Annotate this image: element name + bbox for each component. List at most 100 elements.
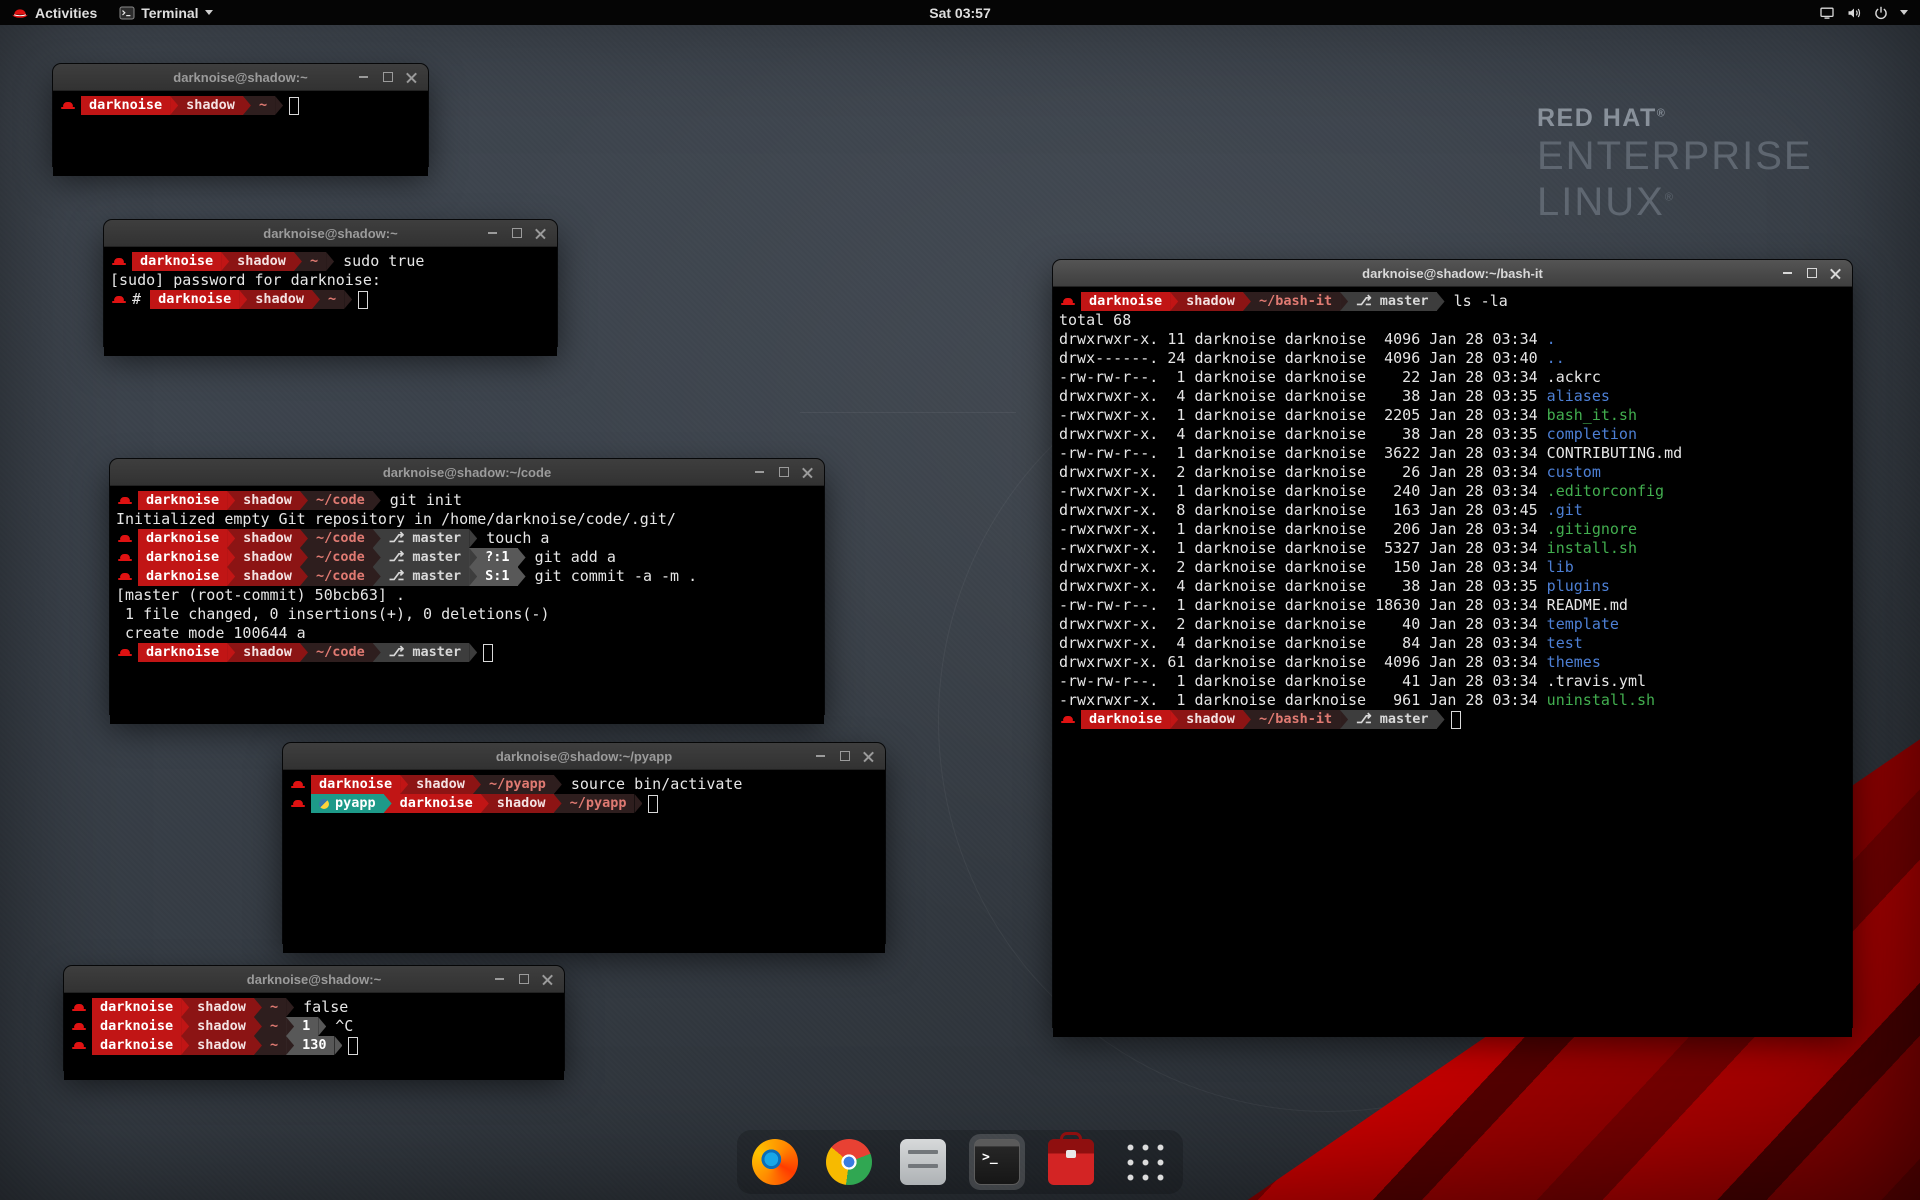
window-minimize-button[interactable] <box>482 223 503 244</box>
chevron-down-icon <box>205 10 213 15</box>
activities-button[interactable]: Activities <box>0 0 108 25</box>
prompt-segment-host: shadow <box>235 529 300 548</box>
terminal-line: create mode 100644 a <box>116 624 818 643</box>
prompt-segment-user: darknoise <box>92 1036 181 1055</box>
terminal-text: -rw-rw-r--. 1 darknoise darknoise 3622 J… <box>1059 444 1547 463</box>
clock[interactable]: Sat 03:57 <box>929 5 990 21</box>
window-titlebar[interactable]: darknoise@shadow:~ <box>53 64 428 91</box>
window-controls <box>749 459 818 485</box>
window-minimize-button[interactable] <box>1777 263 1798 284</box>
terminal-text: drwxrwxr-x. 4 darknoise darknoise 84 Jan… <box>1059 634 1547 653</box>
terminal-content[interactable]: darknoiseshadow~/pyapp source bin/activa… <box>283 770 885 953</box>
terminal-line: 1 file changed, 0 insertions(+), 0 delet… <box>116 605 818 624</box>
terminal-line: -rw-rw-r--. 1 darknoise darknoise 18630 … <box>1059 596 1846 615</box>
terminal-line: pyappdarknoiseshadow~/pyapp <box>289 794 879 813</box>
window-minimize-button[interactable] <box>489 969 510 990</box>
dock-files-icon[interactable] <box>895 1134 951 1190</box>
minimize-icon <box>495 978 504 980</box>
terminal-text: aliases <box>1547 387 1610 406</box>
powerline-arrow-icon <box>181 998 189 1017</box>
terminal-cursor <box>348 1037 358 1055</box>
prompt-segment-venv: pyapp <box>311 794 384 813</box>
window-maximize-button[interactable] <box>1801 263 1822 284</box>
terminal-line: drwxrwxr-x. 11 darknoise darknoise 4096 … <box>1059 330 1846 349</box>
redhat-prompt-icon <box>72 1020 86 1034</box>
powerline-arrow-icon <box>1340 292 1348 311</box>
activities-label: Activities <box>35 5 97 21</box>
powerline-arrow-icon <box>373 491 381 510</box>
window-maximize-button[interactable] <box>377 67 398 88</box>
maximize-icon <box>512 228 522 238</box>
system-status-area[interactable] <box>1811 0 1916 25</box>
window-maximize-button[interactable] <box>513 969 534 990</box>
window-titlebar[interactable]: darknoise@shadow:~ <box>64 966 564 993</box>
prompt-segment-host: shadow <box>235 548 300 567</box>
prompt-segment-host: shadow <box>489 794 554 813</box>
window-maximize-button[interactable] <box>834 746 855 767</box>
window-titlebar[interactable]: darknoise@shadow:~ <box>104 220 557 247</box>
terminal-content[interactable]: darknoiseshadow~/code git initInitialize… <box>110 486 824 724</box>
prompt-segment-path: ~/pyapp <box>562 794 635 813</box>
window-close-button[interactable] <box>530 223 551 244</box>
dock-app-grid-icon[interactable] <box>1117 1134 1173 1190</box>
prompt-segment-path: ~/code <box>308 548 373 567</box>
terminal-text: template <box>1547 615 1619 634</box>
window-minimize-button[interactable] <box>353 67 374 88</box>
dock: >_ <box>737 1130 1183 1194</box>
window-close-button[interactable] <box>537 969 558 990</box>
window-titlebar[interactable]: darknoise@shadow:~/bash-it <box>1053 260 1852 287</box>
dock-chrome-icon[interactable] <box>821 1134 877 1190</box>
window-controls <box>482 220 551 246</box>
close-icon <box>542 974 553 985</box>
terminal-line: darknoiseshadow~/pyapp source bin/activa… <box>289 775 879 794</box>
terminal-content[interactable]: darknoiseshadow~ sudo true[sudo] passwor… <box>104 247 557 356</box>
terminal-content[interactable]: darknoiseshadow~/bash-it⎇ master ls -lat… <box>1053 287 1852 1037</box>
prompt-segment-path: ~ <box>302 252 326 271</box>
terminal-app-icon <box>119 6 135 20</box>
minimize-icon <box>755 471 764 473</box>
terminal-content[interactable]: darknoiseshadow~ <box>53 91 428 176</box>
window-title: darknoise@shadow:~/pyapp <box>496 749 672 764</box>
dock-firefox-icon[interactable] <box>747 1134 803 1190</box>
window-titlebar[interactable]: darknoise@shadow:~/pyapp <box>283 743 885 770</box>
app-menu-terminal[interactable]: Terminal <box>108 0 223 25</box>
powerline-arrow-icon <box>312 290 320 309</box>
dock-terminal-icon[interactable]: >_ <box>969 1134 1025 1190</box>
terminal-line: -rwxrwxr-x. 1 darknoise darknoise 240 Ja… <box>1059 482 1846 501</box>
terminal-text: create mode 100644 a <box>116 624 306 643</box>
close-icon <box>535 228 546 239</box>
window-maximize-button[interactable] <box>506 223 527 244</box>
powerline-arrow-icon <box>518 567 526 586</box>
window-close-button[interactable] <box>858 746 879 767</box>
window-close-button[interactable] <box>1825 263 1846 284</box>
prompt-segment-path: ~/bash-it <box>1251 710 1340 729</box>
terminal-text: -rwxrwxr-x. 1 darknoise darknoise 2205 J… <box>1059 406 1547 425</box>
power-icon <box>1873 5 1889 21</box>
terminal-content[interactable]: darknoiseshadow~ falsedarknoiseshadow~1 … <box>64 993 564 1080</box>
terminal-text: drwxrwxr-x. 2 darknoise darknoise 26 Jan… <box>1059 463 1547 482</box>
terminal-line: drwx------. 24 darknoise darknoise 4096 … <box>1059 349 1846 368</box>
redhat-prompt-icon <box>118 551 132 565</box>
window-titlebar[interactable]: darknoise@shadow:~/code <box>110 459 824 486</box>
window-maximize-button[interactable] <box>773 462 794 483</box>
window-close-button[interactable] <box>401 67 422 88</box>
powerline-arrow-icon <box>554 775 562 794</box>
window-minimize-button[interactable] <box>810 746 831 767</box>
window-close-button[interactable] <box>797 462 818 483</box>
prompt-segment-path: ~ <box>262 1017 286 1036</box>
prompt-segment-git: ⎇ master <box>381 643 469 662</box>
prompt-segment-host: shadow <box>235 491 300 510</box>
powerline-arrow-icon <box>334 1036 342 1055</box>
powerline-arrow-icon <box>1170 292 1178 311</box>
prompt-segment-host: shadow <box>189 998 254 1017</box>
prompt-segment-host: shadow <box>189 1036 254 1055</box>
terminal-text: -rw-rw-r--. 1 darknoise darknoise 41 Jan… <box>1059 672 1547 691</box>
prompt-segment-user: darknoise <box>311 775 400 794</box>
dock-toolbox-icon[interactable] <box>1043 1134 1099 1190</box>
window-minimize-button[interactable] <box>749 462 770 483</box>
terminal-line: total 68 <box>1059 311 1846 330</box>
minimize-icon <box>359 76 368 78</box>
window-controls <box>353 64 422 90</box>
terminal-line: Initialized empty Git repository in /hom… <box>116 510 818 529</box>
terminal-line: darknoiseshadow~/code git init <box>116 491 818 510</box>
